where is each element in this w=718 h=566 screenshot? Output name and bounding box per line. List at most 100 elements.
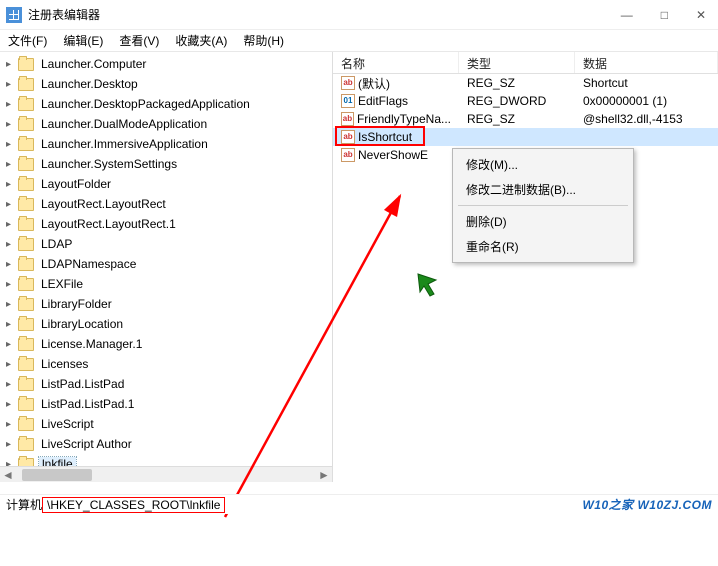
- menu-delete[interactable]: 删除(D): [456, 209, 630, 234]
- system-buttons: — □ ✕: [621, 8, 706, 22]
- tree-item-label: LayoutRect.LayoutRect.1: [39, 217, 178, 231]
- value-name: IsShortcut: [358, 130, 412, 144]
- scroll-thumb[interactable]: [22, 469, 92, 481]
- tree-item-label: Launcher.DualModeApplication: [39, 117, 209, 131]
- expander-icon[interactable]: ▸: [6, 79, 18, 90]
- tree-item[interactable]: ▸ ListPad.ListPad.1: [0, 394, 332, 414]
- list-row[interactable]: abIsShortcut: [333, 128, 718, 146]
- folder-icon: [18, 238, 34, 251]
- expander-icon[interactable]: ▸: [6, 359, 18, 370]
- tree-item[interactable]: ▸Launcher.SystemSettings: [0, 154, 332, 174]
- tree-item-label: LayoutFolder: [39, 177, 113, 191]
- menubar: 文件(F) 编辑(E) 查看(V) 收藏夹(A) 帮助(H): [0, 30, 718, 52]
- tree-item[interactable]: ▸ LibraryFolder: [0, 294, 332, 314]
- folder-icon: [18, 318, 34, 331]
- tree-item[interactable]: ▸Launcher.Desktop: [0, 74, 332, 94]
- tree-item[interactable]: ▸ LEXFile: [0, 274, 332, 294]
- tree-item-label: ListPad.ListPad: [39, 377, 126, 391]
- list-row[interactable]: abFriendlyTypeNa...REG_SZ@shell32.dll,-4…: [333, 110, 718, 128]
- tree-item[interactable]: ▸LiveScript Author: [0, 434, 332, 454]
- folder-icon: [18, 138, 34, 151]
- menu-modify[interactable]: 修改(M)...: [456, 152, 630, 177]
- value-name: (默认): [358, 75, 390, 92]
- folder-icon: [18, 338, 34, 351]
- expander-icon[interactable]: ▸: [6, 199, 18, 210]
- titlebar: 注册表编辑器 — □ ✕: [0, 0, 718, 30]
- minimize-button[interactable]: —: [621, 8, 633, 22]
- expander-icon[interactable]: ▸: [6, 59, 18, 70]
- column-type[interactable]: 类型: [459, 52, 575, 73]
- tree-item[interactable]: ▸ ListPad.ListPad: [0, 374, 332, 394]
- watermark: W10之家 W10ZJ.COM: [582, 496, 712, 513]
- app-icon: [6, 7, 22, 23]
- list-row[interactable]: ab(默认) REG_SZShortcut: [333, 74, 718, 92]
- menu-modify-binary[interactable]: 修改二进制数据(B)...: [456, 177, 630, 202]
- list-row[interactable]: 01EditFlagsREG_DWORD0x00000001 (1): [333, 92, 718, 110]
- folder-icon: [18, 418, 34, 431]
- string-value-icon: ab: [341, 76, 355, 90]
- expander-icon[interactable]: ▸: [6, 439, 18, 450]
- folder-icon: [18, 118, 34, 131]
- value-data: 0x00000001 (1): [575, 94, 718, 108]
- menu-rename[interactable]: 重命名(R): [456, 234, 630, 259]
- expander-icon[interactable]: ▸: [6, 339, 18, 350]
- tree-item-label: LibraryFolder: [39, 297, 114, 311]
- string-value-icon: ab: [341, 112, 354, 126]
- tree-item-label: Launcher.DesktopPackagedApplication: [39, 97, 252, 111]
- expander-icon[interactable]: ▸: [6, 299, 18, 310]
- expander-icon[interactable]: ▸: [6, 139, 18, 150]
- expander-icon[interactable]: ▸: [6, 319, 18, 330]
- menu-file[interactable]: 文件(F): [8, 32, 47, 49]
- tree-item-label: LayoutRect.LayoutRect: [39, 197, 168, 211]
- tree-item[interactable]: ▸Licenses: [0, 354, 332, 374]
- expander-icon[interactable]: ▸: [6, 159, 18, 170]
- menu-help[interactable]: 帮助(H): [243, 32, 284, 49]
- tree-item[interactable]: ▸Launcher.ImmersiveApplication: [0, 134, 332, 154]
- expander-icon[interactable]: ▸: [6, 119, 18, 130]
- tree-item[interactable]: ▸ LayoutRect.LayoutRect: [0, 194, 332, 214]
- value-data: Shortcut: [575, 76, 718, 90]
- menu-edit[interactable]: 编辑(E): [63, 32, 103, 49]
- value-type: REG_SZ: [459, 76, 575, 90]
- status-prefix: 计算机: [6, 496, 42, 513]
- scroll-left-icon[interactable]: ◄: [0, 468, 16, 482]
- registry-tree[interactable]: ▸Launcher.Computer▸Launcher.Desktop▸Laun…: [0, 52, 332, 474]
- folder-icon: [18, 378, 34, 391]
- value-name: FriendlyTypeNa...: [357, 112, 451, 126]
- expander-icon[interactable]: ▸: [6, 219, 18, 230]
- tree-item[interactable]: ▸ LayoutRect.LayoutRect.1: [0, 214, 332, 234]
- column-name[interactable]: 名称: [333, 52, 459, 73]
- menu-view[interactable]: 查看(V): [119, 32, 159, 49]
- tree-item[interactable]: ▸ Launcher.DualModeApplication: [0, 114, 332, 134]
- tree-item[interactable]: ▸ LayoutFolder: [0, 174, 332, 194]
- expander-icon[interactable]: ▸: [6, 179, 18, 190]
- scroll-right-icon[interactable]: ►: [316, 468, 332, 482]
- tree-item[interactable]: ▸ Launcher.Computer: [0, 54, 332, 74]
- expander-icon[interactable]: ▸: [6, 419, 18, 430]
- menu-favorites[interactable]: 收藏夹(A): [175, 32, 227, 49]
- tree-horizontal-scrollbar[interactable]: ◄ ►: [0, 466, 332, 482]
- folder-icon: [18, 98, 34, 111]
- expander-icon[interactable]: ▸: [6, 379, 18, 390]
- expander-icon[interactable]: ▸: [6, 239, 18, 250]
- tree-item[interactable]: ▸LiveScript: [0, 414, 332, 434]
- maximize-button[interactable]: □: [661, 8, 668, 22]
- expander-icon[interactable]: ▸: [6, 399, 18, 410]
- expander-icon[interactable]: ▸: [6, 259, 18, 270]
- tree-item[interactable]: ▸License.Manager.1: [0, 334, 332, 354]
- tree-item-label: LEXFile: [39, 277, 85, 291]
- tree-item[interactable]: ▸LDAP: [0, 234, 332, 254]
- tree-item-label: ListPad.ListPad.1: [39, 397, 136, 411]
- close-button[interactable]: ✕: [696, 8, 706, 22]
- tree-item-label: Launcher.Computer: [39, 57, 148, 71]
- expander-icon[interactable]: ▸: [6, 279, 18, 290]
- value-data: @shell32.dll,-4153: [575, 112, 718, 126]
- tree-item[interactable]: ▸ Launcher.DesktopPackagedApplication: [0, 94, 332, 114]
- list-header[interactable]: 名称 类型 数据: [333, 52, 718, 74]
- status-path: \HKEY_CLASSES_ROOT\lnkfile: [42, 497, 225, 513]
- binary-value-icon: 01: [341, 94, 355, 108]
- tree-item[interactable]: ▸LibraryLocation: [0, 314, 332, 334]
- column-data[interactable]: 数据: [575, 52, 718, 73]
- tree-item[interactable]: ▸LDAPNamespace: [0, 254, 332, 274]
- expander-icon[interactable]: ▸: [6, 99, 18, 110]
